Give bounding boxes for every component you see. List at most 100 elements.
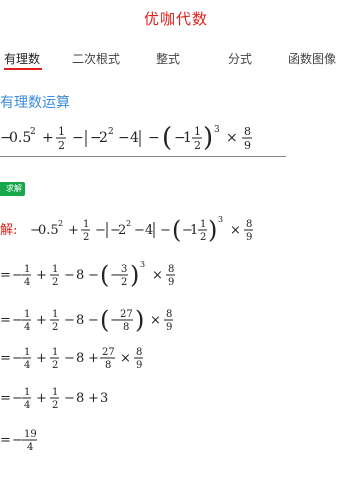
svg-text:−: − (12, 433, 23, 448)
svg-text:2: 2 (194, 139, 201, 152)
svg-text:2: 2 (52, 322, 58, 333)
svg-text:1: 1 (52, 387, 58, 398)
tab-function-graphs[interactable]: 函数图像 (288, 50, 336, 67)
svg-text:2: 2 (83, 232, 89, 243)
svg-text:0.5: 0.5 (38, 223, 59, 238)
svg-text:3: 3 (214, 125, 220, 135)
solution-line-1: 解: − 0.5 2 + 1 2 − − 2 2 − 4 − ( − 1 1 2… (0, 215, 253, 244)
svg-text:4: 4 (24, 322, 30, 333)
svg-text:8: 8 (136, 347, 142, 358)
svg-text:1: 1 (24, 387, 30, 398)
svg-text:27: 27 (102, 347, 115, 358)
svg-text:+: + (42, 130, 54, 146)
svg-text:×: × (226, 130, 238, 146)
solution-line-6: = − 19 4 (0, 429, 37, 453)
svg-text:8: 8 (244, 125, 251, 138)
solution-line-4: = − 1 4 + 1 2 − 8 + 27 8 × 8 9 (0, 347, 143, 371)
svg-text:−: − (160, 223, 171, 238)
svg-text:2: 2 (99, 130, 108, 146)
svg-text:×: × (150, 313, 161, 328)
svg-text:−: − (118, 130, 130, 146)
solution-line-2: = − 1 4 + 1 2 − 8 − ( − 3 2 ) 3 × 8 9 (0, 260, 175, 289)
svg-text:−: − (12, 313, 23, 328)
tab-bar: 有理数 二次根式 整式 分式 函数图像 (0, 44, 352, 78)
solution-line-3: = − 1 4 + 1 2 − 8 − ( − 27 8 ) × 8 9 (0, 306, 173, 334)
svg-text:8: 8 (166, 309, 172, 320)
svg-text:3: 3 (100, 391, 108, 406)
svg-text:4: 4 (24, 277, 30, 288)
svg-text:(: ( (100, 306, 109, 334)
svg-text:): ) (203, 123, 213, 153)
svg-text:0.5: 0.5 (9, 130, 31, 146)
svg-text:+: + (36, 313, 47, 328)
svg-text:=: = (0, 351, 11, 366)
svg-text:8: 8 (123, 322, 129, 333)
svg-text:−: − (12, 391, 23, 406)
svg-text:=: = (0, 268, 11, 283)
svg-text:=: = (0, 391, 11, 406)
svg-text:−: − (64, 313, 75, 328)
svg-text:2: 2 (126, 219, 131, 228)
svg-text:−: − (64, 268, 75, 283)
svg-text:2: 2 (52, 277, 58, 288)
svg-text:3: 3 (140, 260, 145, 269)
svg-text:1: 1 (52, 309, 58, 320)
tab-fractions[interactable]: 分式 (228, 50, 252, 67)
svg-text:9: 9 (246, 232, 252, 243)
svg-text:9: 9 (136, 360, 142, 371)
tab-polynomials[interactable]: 整式 (156, 50, 180, 67)
svg-text:+: + (36, 351, 47, 366)
svg-text:−: − (64, 391, 75, 406)
svg-text:4: 4 (145, 223, 153, 238)
svg-text:19: 19 (24, 429, 37, 440)
svg-text:2: 2 (58, 219, 63, 228)
svg-text:8: 8 (105, 360, 111, 371)
svg-text:2: 2 (30, 127, 36, 137)
svg-text:+: + (88, 391, 99, 406)
svg-text:8: 8 (76, 351, 84, 366)
svg-text:): ) (208, 216, 217, 244)
svg-text:−: − (88, 313, 99, 328)
svg-text:2: 2 (200, 232, 206, 243)
svg-text:3: 3 (121, 264, 127, 275)
tab-rational-numbers[interactable]: 有理数 (4, 50, 40, 67)
svg-text:4: 4 (24, 360, 30, 371)
svg-text:2: 2 (52, 400, 58, 411)
svg-text:1: 1 (24, 264, 30, 275)
problem-underline (0, 156, 286, 157)
svg-text:4: 4 (130, 130, 139, 146)
svg-text:×: × (230, 223, 241, 238)
svg-text:8: 8 (246, 219, 252, 230)
svg-text:4: 4 (24, 400, 30, 411)
svg-text:2: 2 (52, 360, 58, 371)
svg-text:=: = (0, 433, 11, 448)
solution-line-5: = − 1 4 + 1 2 − 8 + 3 (0, 387, 108, 411)
svg-text:×: × (120, 351, 131, 366)
svg-text:1: 1 (52, 347, 58, 358)
svg-text:−: − (134, 223, 145, 238)
svg-text:8: 8 (76, 391, 84, 406)
svg-text:−: − (148, 130, 160, 146)
solution-label: 解: (0, 223, 17, 238)
svg-text:(: ( (162, 123, 172, 153)
svg-text:): ) (130, 261, 139, 289)
app-title: 优咖代数 (143, 10, 208, 28)
svg-text:−: − (95, 223, 106, 238)
svg-text:1: 1 (52, 264, 58, 275)
svg-text:−: − (12, 351, 23, 366)
svg-text:−: − (88, 268, 99, 283)
svg-text:1: 1 (24, 347, 30, 358)
svg-text:1: 1 (194, 125, 201, 138)
svg-text:+: + (88, 351, 99, 366)
svg-text:×: × (152, 268, 163, 283)
tab-quadratic-radicals[interactable]: 二次根式 (72, 50, 120, 67)
svg-text:8: 8 (76, 268, 84, 283)
svg-text:+: + (68, 223, 79, 238)
svg-text:2: 2 (58, 139, 65, 152)
svg-text:2: 2 (108, 127, 114, 137)
active-tab-indicator (4, 68, 42, 70)
svg-text:27: 27 (120, 309, 133, 320)
solve-button[interactable]: 求解 (0, 182, 25, 196)
svg-text:9: 9 (168, 277, 174, 288)
svg-text:=: = (0, 313, 11, 328)
